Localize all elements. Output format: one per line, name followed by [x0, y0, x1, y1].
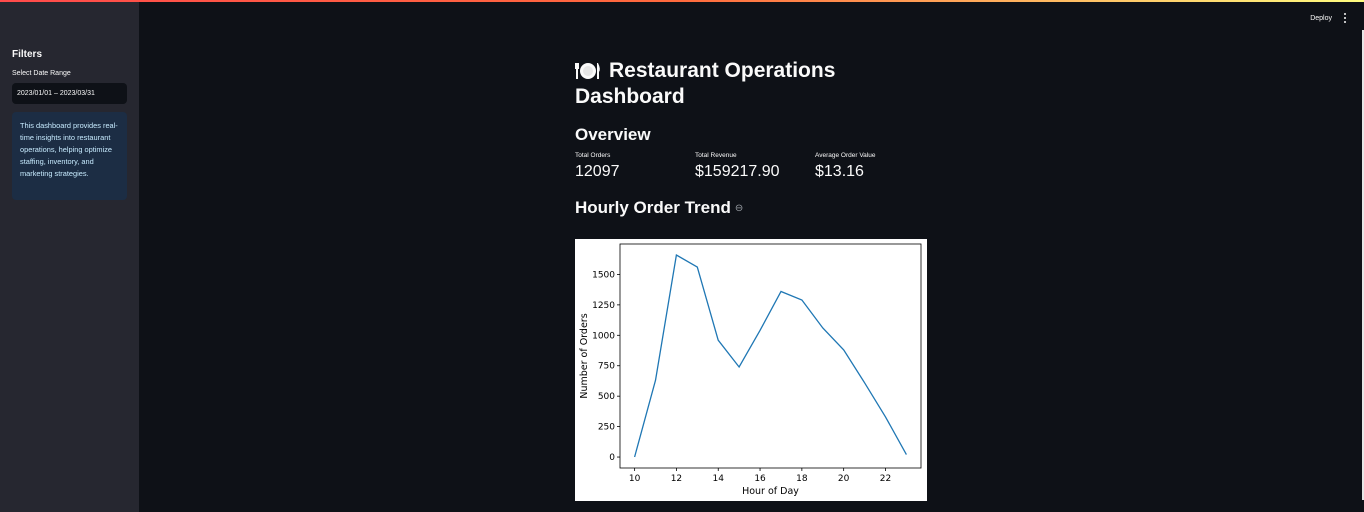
metric-value: 12097: [575, 163, 620, 180]
y-tick-label: 750: [598, 362, 615, 372]
page-title-line2: Dashboard: [575, 85, 685, 108]
top-accent-bar: [0, 0, 1364, 2]
x-tick-label: 20: [838, 474, 850, 484]
metric-value: $13.16: [815, 163, 864, 180]
y-axis-label: Number of Orders: [579, 313, 590, 398]
x-tick-label: 12: [671, 474, 682, 484]
main-menu-icon[interactable]: [1342, 13, 1348, 23]
date-range-input[interactable]: 2023/01/01 – 2023/03/31: [12, 83, 127, 104]
y-tick-label: 500: [598, 392, 615, 402]
metric-total-revenue: Total Revenue $159217.90: [695, 152, 815, 181]
x-axis-label: Hour of Day: [742, 486, 799, 497]
page-title: Restaurant Operations: [575, 58, 935, 84]
x-tick-label: 16: [754, 474, 766, 484]
metric-total-orders: Total Orders 12097: [575, 152, 695, 181]
x-tick-label: 22: [880, 474, 891, 484]
trend-heading: Hourly Order Trend: [575, 198, 731, 217]
metric-label: Average Order Value: [815, 152, 876, 159]
x-tick-label: 18: [796, 474, 808, 484]
x-tick-label: 10: [629, 474, 641, 484]
page-title-line1: Restaurant Operations: [609, 59, 836, 82]
order-trend-line: [633, 253, 907, 458]
info-box: This dashboard provides real-time insigh…: [12, 112, 127, 200]
main-content: Restaurant Operations Dashboard Overview…: [575, 58, 935, 218]
chart-svg: 0 250 500 750 1000 1250 1500 10 12 14 16 18 20 22 Hour…: [579, 243, 922, 497]
anchor-link-icon[interactable]: ⊖: [735, 203, 743, 214]
metric-label: Total Orders: [575, 152, 611, 159]
trend-heading-row: Hourly Order Trend ⊖: [575, 198, 935, 218]
sidebar-title: Filters: [12, 49, 43, 60]
metrics-row: Total Orders 12097 Total Revenue $159217…: [575, 152, 935, 181]
overview-heading: Overview: [575, 125, 651, 144]
date-range-label: Select Date Range: [12, 70, 71, 77]
deploy-button[interactable]: Deploy: [1310, 15, 1332, 22]
x-tick-label: 14: [713, 474, 725, 484]
fork-knife-plate-icon: [575, 60, 601, 82]
sidebar: Filters Select Date Range 2023/01/01 – 2…: [0, 2, 139, 512]
metric-label: Total Revenue: [695, 152, 737, 159]
y-tick-label: 250: [598, 423, 615, 433]
y-tick-label: 1000: [592, 331, 615, 341]
plot-frame: [619, 243, 922, 469]
y-tick-label: 0: [609, 453, 615, 463]
metric-value: $159217.90: [695, 163, 780, 180]
metric-average-order-value: Average Order Value $13.16: [815, 152, 935, 181]
y-tick-label: 1500: [592, 270, 615, 280]
app-header-actions: Deploy: [1310, 13, 1348, 23]
hourly-order-chart: 0 250 500 750 1000 1250 1500 10 12 14 16 18 20 22 Hour…: [575, 239, 927, 501]
y-tick-label: 1250: [592, 301, 615, 311]
